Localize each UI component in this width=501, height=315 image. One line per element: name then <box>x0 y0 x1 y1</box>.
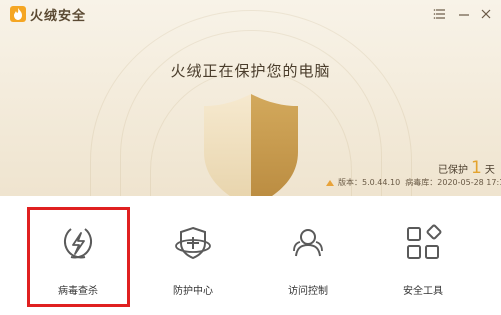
protected-prefix: 已保护 <box>438 165 468 176</box>
app-title: 火绒安全 <box>30 9 87 24</box>
version-value: 5.0.44.10 <box>362 178 401 187</box>
upgrade-arrow-icon <box>326 179 334 186</box>
tool-protection-center-label: 防护中心 <box>173 286 213 297</box>
hero-panel: 火绒安全 火绒正在保护您的电脑 已保护 1 天 版本：5.0.44.10 病毒库… <box>0 0 501 196</box>
minimize-icon[interactable] <box>456 6 472 22</box>
virus-db-value: 2020-05-28 17:14 <box>437 178 501 187</box>
version-info: 版本：5.0.44.10 病毒库：2020-05-28 17:14 <box>326 177 501 188</box>
protected-suffix: 天 <box>484 165 495 176</box>
main-window: 火绒安全 火绒正在保护您的电脑 已保护 1 天 版本：5.0.44.10 病毒库… <box>0 0 501 315</box>
tool-security-tools-label: 安全工具 <box>403 286 443 297</box>
shield-icon <box>204 94 298 196</box>
tool-security-tools[interactable]: 安全工具 <box>366 196 480 311</box>
grid-tools-icon <box>407 224 442 259</box>
tool-protection-center[interactable]: 防护中心 <box>136 196 250 311</box>
flame-logo-icon <box>10 6 26 22</box>
selection-highlight <box>27 207 130 307</box>
users-icon <box>293 229 323 257</box>
protection-tagline: 火绒正在保护您的电脑 <box>170 62 331 80</box>
protected-days: 已保护 1 天 <box>438 158 495 178</box>
tool-access-control-label: 访问控制 <box>288 286 328 297</box>
close-icon[interactable] <box>478 6 494 22</box>
menu-icon[interactable] <box>432 6 448 22</box>
virus-db-label: 病毒库： <box>405 178 438 187</box>
title-bar[interactable]: 火绒安全 <box>0 0 501 28</box>
version-label: 版本： <box>338 178 362 187</box>
shield-plus-icon <box>175 226 211 260</box>
tool-access-control[interactable]: 访问控制 <box>251 196 365 311</box>
protected-days-count: 1 <box>471 158 482 178</box>
